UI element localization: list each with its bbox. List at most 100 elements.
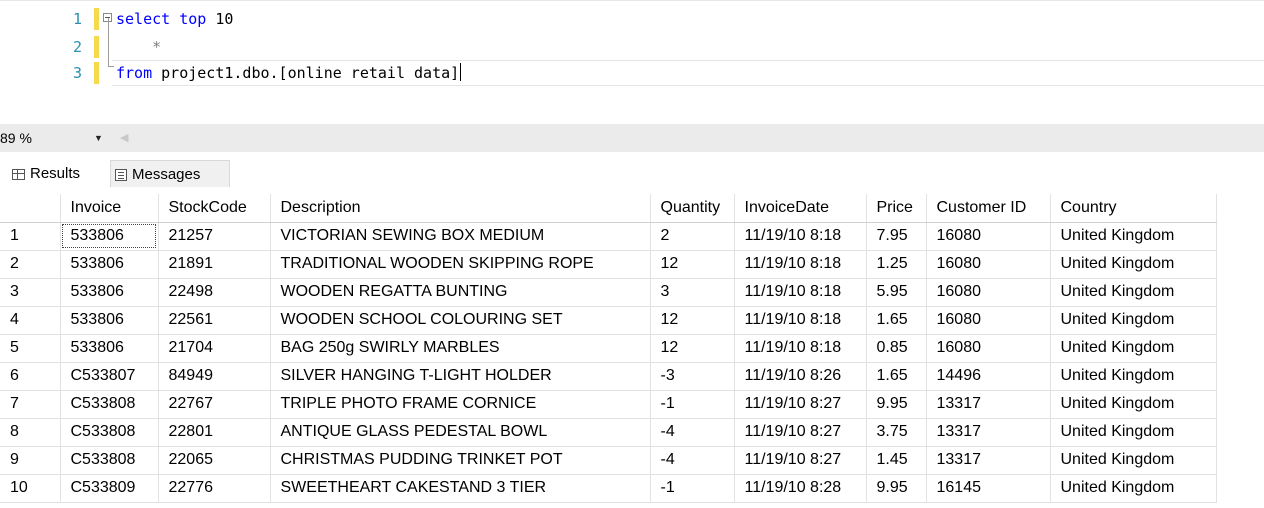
grid-cell[interactable]: 16145 [926, 474, 1051, 503]
grid-cell[interactable]: -3 [650, 362, 735, 391]
grid-cell[interactable]: 22776 [158, 474, 271, 503]
table-row[interactable]: 2 533806 21891 TRADITIONAL WOODEN SKIPPING … [0, 250, 1217, 279]
grid-cell[interactable]: 12 [650, 306, 735, 335]
column-header[interactable]: Country [1050, 194, 1217, 223]
results-grid[interactable]: Invoice StockCode Description Quantity I… [0, 194, 1217, 503]
table-row[interactable]: 1 533806 21257 VICTORIAN SEWING BOX MEDIUM 2… [0, 222, 1217, 251]
grid-cell[interactable]: -4 [650, 446, 735, 475]
grid-cell[interactable]: 3 [650, 278, 735, 307]
grid-cell[interactable]: 84949 [158, 362, 271, 391]
grid-cell[interactable]: 22767 [158, 390, 271, 419]
column-header[interactable]: Price [866, 194, 927, 223]
table-row[interactable]: 4 533806 22561 WOODEN SCHOOL COLOURING SET 1… [0, 306, 1217, 335]
grid-cell[interactable]: 11/19/10 8:18 [734, 306, 867, 335]
grid-cell[interactable]: 533806 [60, 222, 159, 251]
grid-cell[interactable]: 22498 [158, 278, 271, 307]
code-text[interactable]: * [116, 36, 161, 58]
grid-cell[interactable]: 1.25 [866, 250, 927, 279]
grid-cell[interactable]: 22561 [158, 306, 271, 335]
row-number[interactable]: 8 [0, 418, 61, 447]
grid-cell[interactable]: 5.95 [866, 278, 927, 307]
grid-cell[interactable]: 7.95 [866, 222, 927, 251]
table-row[interactable]: 7 C533808 22767 TRIPLE PHOTO FRAME CORNICE -… [0, 390, 1217, 419]
tab-results[interactable]: Results [6, 160, 108, 187]
grid-cell[interactable]: 13317 [926, 446, 1051, 475]
grid-cell[interactable]: 533806 [60, 334, 159, 363]
grid-cell[interactable]: BAG 250g SWIRLY MARBLES [270, 334, 651, 363]
grid-cell[interactable]: United Kingdom [1050, 334, 1217, 363]
grid-cell[interactable]: -4 [650, 418, 735, 447]
grid-cell[interactable]: 16080 [926, 250, 1051, 279]
table-row[interactable]: 9 C533808 22065 CHRISTMAS PUDDING TRINKET P… [0, 446, 1217, 475]
column-header[interactable]: InvoiceDate [734, 194, 867, 223]
dropdown-arrow-icon[interactable]: ▼ [94, 128, 103, 148]
grid-cell[interactable]: 12 [650, 250, 735, 279]
grid-cell[interactable]: 16080 [926, 278, 1051, 307]
grid-cell[interactable]: 13317 [926, 418, 1051, 447]
row-number[interactable]: 9 [0, 446, 61, 475]
editor-line-3[interactable]: 3 from project1.dbo.[online retail data] [0, 62, 1264, 84]
grid-cell[interactable]: 2 [650, 222, 735, 251]
grid-cell[interactable]: 533806 [60, 306, 159, 335]
editor-line-2[interactable]: 2 * [0, 36, 1264, 58]
grid-cell[interactable]: 21257 [158, 222, 271, 251]
row-number[interactable]: 5 [0, 334, 61, 363]
grid-cell[interactable]: 1.65 [866, 362, 927, 391]
table-row[interactable]: 3 533806 22498 WOODEN REGATTA BUNTING 3 11/19… [0, 278, 1217, 307]
grid-cell[interactable]: TRADITIONAL WOODEN SKIPPING ROPE [270, 250, 651, 279]
row-number[interactable]: 2 [0, 250, 61, 279]
row-number[interactable]: 7 [0, 390, 61, 419]
row-number[interactable]: 3 [0, 278, 61, 307]
grid-cell[interactable]: 9.95 [866, 474, 927, 503]
grid-cell[interactable]: SILVER HANGING T-LIGHT HOLDER [270, 362, 651, 391]
grid-cell[interactable]: TRIPLE PHOTO FRAME CORNICE [270, 390, 651, 419]
grid-cell[interactable]: 22065 [158, 446, 271, 475]
scroll-left-arrow-icon[interactable]: ◀ [120, 128, 128, 148]
grid-cell[interactable]: United Kingdom [1050, 418, 1217, 447]
grid-cell[interactable]: WOODEN REGATTA BUNTING [270, 278, 651, 307]
grid-cell[interactable]: C533808 [60, 418, 159, 447]
grid-cell[interactable]: United Kingdom [1050, 250, 1217, 279]
column-header[interactable]: Invoice [60, 194, 159, 223]
grid-cell[interactable]: 11/19/10 8:18 [734, 250, 867, 279]
grid-cell[interactable]: ANTIQUE GLASS PEDESTAL BOWL [270, 418, 651, 447]
grid-cell[interactable]: 11/19/10 8:18 [734, 222, 867, 251]
grid-cell[interactable]: 533806 [60, 250, 159, 279]
grid-cell[interactable]: United Kingdom [1050, 474, 1217, 503]
tab-messages[interactable]: Messages [110, 160, 230, 187]
table-row[interactable]: 10 C533809 22776 SWEETHEART CAKESTAND 3 TIE… [0, 474, 1217, 503]
zoom-dropdown[interactable]: 89 % ▼ [0, 128, 106, 148]
grid-cell[interactable]: United Kingdom [1050, 390, 1217, 419]
grid-cell[interactable]: United Kingdom [1050, 222, 1217, 251]
grid-cell[interactable]: VICTORIAN SEWING BOX MEDIUM [270, 222, 651, 251]
row-number[interactable]: 6 [0, 362, 61, 391]
grid-cell[interactable]: 11/19/10 8:27 [734, 446, 867, 475]
grid-cell[interactable]: 1.65 [866, 306, 927, 335]
table-row[interactable]: 6 C533807 84949 SILVER HANGING T-LIGHT HOLD… [0, 362, 1217, 391]
grid-cell[interactable]: 14496 [926, 362, 1051, 391]
grid-cell[interactable]: -1 [650, 390, 735, 419]
grid-cell[interactable]: 11/19/10 8:26 [734, 362, 867, 391]
row-header-corner[interactable] [0, 194, 61, 223]
grid-cell[interactable]: 21891 [158, 250, 271, 279]
row-number[interactable]: 10 [0, 474, 61, 503]
grid-cell[interactable]: 11/19/10 8:27 [734, 418, 867, 447]
column-header[interactable]: Customer ID [926, 194, 1051, 223]
grid-cell[interactable]: 21704 [158, 334, 271, 363]
grid-cell[interactable]: 22801 [158, 418, 271, 447]
grid-cell[interactable]: 12 [650, 334, 735, 363]
column-header[interactable]: Description [270, 194, 651, 223]
grid-cell[interactable]: 9.95 [866, 390, 927, 419]
grid-cell[interactable]: CHRISTMAS PUDDING TRINKET POT [270, 446, 651, 475]
grid-cell[interactable]: 11/19/10 8:18 [734, 334, 867, 363]
grid-cell[interactable]: 11/19/10 8:28 [734, 474, 867, 503]
row-number[interactable]: 1 [0, 222, 61, 251]
code-text[interactable]: select top 10 [116, 8, 233, 30]
editor-line-1[interactable]: 1 select top 10 [0, 8, 1264, 30]
row-number[interactable]: 4 [0, 306, 61, 335]
grid-cell[interactable]: C533808 [60, 446, 159, 475]
query-editor[interactable]: 1 select top 10 2 * 3 from project1.dbo.… [0, 0, 1264, 124]
grid-cell[interactable]: United Kingdom [1050, 278, 1217, 307]
column-header[interactable]: Quantity [650, 194, 735, 223]
grid-cell[interactable]: 533806 [60, 278, 159, 307]
